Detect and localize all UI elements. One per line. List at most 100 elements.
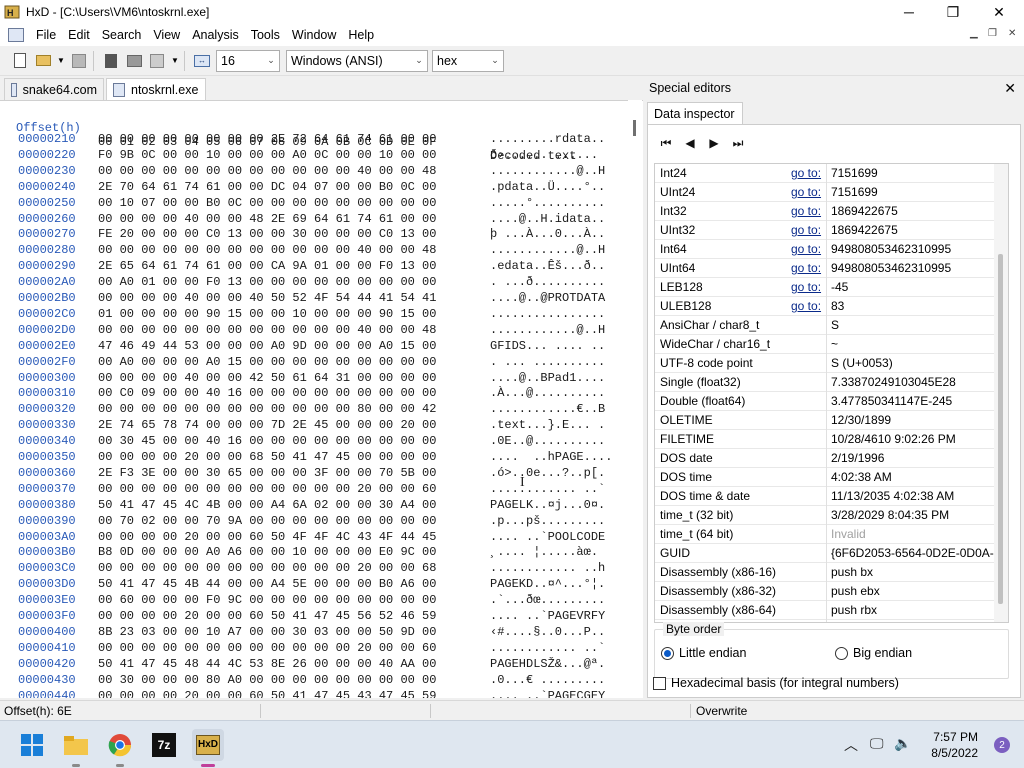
inspector-row[interactable]: UInt24 go to: 7151699 [655, 183, 1008, 202]
row-bytes[interactable]: 00 A0 01 00 00 F0 13 00 00 00 00 00 00 0… [98, 274, 436, 290]
row-decoded-text[interactable]: .ó>..0e...?..p[. [490, 465, 605, 481]
menu-view[interactable]: View [147, 28, 186, 42]
mdi-close-icon[interactable]: ✕ [1008, 28, 1016, 39]
next-icon[interactable]: ▶ [706, 135, 722, 151]
row-decoded-text[interactable]: .text...}.E... . [490, 417, 605, 433]
inspector-value[interactable]: 12/30/1899 [831, 413, 1001, 427]
row-decoded-text[interactable]: ............@..H [490, 242, 605, 258]
network-icon[interactable]: 🖵 [870, 735, 884, 752]
inspector-row[interactable]: UInt64 go to: 949808053462310995 [655, 259, 1008, 278]
chrome-button[interactable] [104, 729, 136, 767]
inspector-value[interactable]: 10/28/4610 9:02:26 PM [831, 432, 1001, 446]
menu-help[interactable]: Help [342, 28, 380, 42]
row-bytes[interactable]: 2E 70 64 61 74 61 00 00 DC 04 07 00 00 B… [98, 179, 436, 195]
row-bytes[interactable]: 00 00 00 00 20 00 00 68 50 41 47 45 00 0… [98, 449, 436, 465]
inspector-value[interactable]: push ebx [831, 584, 1001, 598]
tab-data-inspector[interactable]: Data inspector [647, 102, 743, 124]
save-button[interactable] [69, 51, 89, 71]
row-bytes[interactable]: 00 00 00 00 00 00 00 00 00 00 00 00 40 0… [98, 163, 436, 179]
row-bytes[interactable]: 00 00 00 00 00 00 00 00 2E 72 64 61 74 6… [98, 131, 436, 147]
inspector-row[interactable]: Int24 go to: 7151699 [655, 164, 1008, 183]
go-to-link[interactable]: go to: [791, 185, 821, 199]
go-to-link[interactable]: go to: [791, 204, 821, 218]
row-decoded-text[interactable]: GFIDS... .... .. [490, 338, 605, 354]
go-to-link[interactable]: go to: [791, 242, 821, 256]
row-bytes[interactable]: 50 41 47 45 48 44 4C 53 8E 26 00 00 00 4… [98, 656, 436, 672]
last-icon[interactable]: ⏭ [730, 135, 746, 151]
hex-editor[interactable]: Offset(h) 00 01 02 03 04 05 06 07 08 09 … [0, 100, 643, 698]
inspector-row[interactable]: Disassembly (x86-16) push bx [655, 563, 1008, 582]
inspector-row[interactable]: Disassembly (x86-32) push ebx [655, 582, 1008, 601]
row-decoded-text[interactable]: ð›...... ...... [490, 147, 598, 163]
row-bytes[interactable]: 2E 74 65 78 74 00 00 00 7D 2E 45 00 00 0… [98, 417, 436, 433]
inspector-value[interactable]: ~ [831, 337, 1001, 351]
row-bytes[interactable]: 00 00 00 00 00 00 00 00 00 00 00 00 40 0… [98, 242, 436, 258]
row-decoded-text[interactable]: .........rdata.. [490, 131, 605, 147]
row-decoded-text[interactable]: .À...@.......... [490, 385, 605, 401]
inspector-row[interactable]: FILETIME 10/28/4610 9:02:26 PM [655, 430, 1008, 449]
row-bytes[interactable]: 00 00 00 00 20 00 00 60 50 4F 4F 4C 43 4… [98, 529, 436, 545]
show-hidden-icons-icon[interactable]: ︿ [844, 735, 858, 755]
inspector-value[interactable]: push bx [831, 565, 1001, 579]
row-bytes[interactable]: 00 00 00 00 00 00 00 00 00 00 00 00 40 0… [98, 322, 436, 338]
row-bytes[interactable]: 00 00 00 00 40 00 00 48 2E 69 64 61 74 6… [98, 211, 436, 227]
menu-window[interactable]: Window [286, 28, 342, 42]
row-bytes[interactable]: F0 9B 0C 00 00 10 00 00 00 A0 0C 00 00 1… [98, 147, 436, 163]
bytes-per-row-select[interactable]: 16 ⌄ [216, 49, 280, 72]
hxd-taskbar-button[interactable]: HxD [192, 729, 224, 767]
little-endian-radio[interactable]: Little endian [661, 646, 746, 660]
row-bytes[interactable]: 00 C0 09 00 00 40 16 00 00 00 00 00 00 0… [98, 385, 436, 401]
inspector-row[interactable]: WideChar / char16_t ~ [655, 335, 1008, 354]
go-to-link[interactable]: go to: [791, 280, 821, 294]
row-decoded-text[interactable]: .0E..@.......... [490, 433, 605, 449]
inspector-value[interactable]: 4:02:38 AM [831, 470, 1001, 484]
menu-tools[interactable]: Tools [245, 28, 286, 42]
mdi-minimize-icon[interactable]: ▁ [970, 28, 978, 39]
grid-scrollbar[interactable] [994, 164, 1008, 622]
inspector-row[interactable]: DOS date 2/19/1996 [655, 449, 1008, 468]
row-bytes[interactable]: 00 00 00 00 00 00 00 00 00 00 00 00 20 0… [98, 481, 436, 497]
inspector-row[interactable]: LEB128 go to: -45 [655, 278, 1008, 297]
inspector-row[interactable]: Int32 go to: 1869422675 [655, 202, 1008, 221]
row-bytes[interactable]: 00 30 00 00 00 80 A0 00 00 00 00 00 00 0… [98, 672, 436, 688]
menu-search[interactable]: Search [96, 28, 148, 42]
inspector-row[interactable]: Int64 go to: 949808053462310995 [655, 240, 1008, 259]
row-decoded-text[interactable]: ............@..H [490, 322, 605, 338]
row-decoded-text[interactable]: .p...pš......... [490, 513, 605, 529]
row-bytes[interactable]: 2E F3 3E 00 00 30 65 00 00 00 3F 00 00 7… [98, 465, 436, 481]
row-decoded-text[interactable]: .pdata..Ü....°.. [490, 179, 605, 195]
close-file-button[interactable] [101, 51, 121, 71]
inspector-value[interactable]: 3.477850341147E-245 [831, 394, 1001, 408]
row-bytes[interactable]: 00 10 07 00 00 B0 0C 00 00 00 00 00 00 0… [98, 195, 436, 211]
row-bytes[interactable]: 47 46 49 44 53 00 00 00 A0 9D 00 00 00 A… [98, 338, 436, 354]
inspector-value[interactable]: S [831, 318, 1001, 332]
inspector-row[interactable]: ULEB128 go to: 83 [655, 297, 1008, 316]
row-decoded-text[interactable]: ‹#....§..0...P.. [490, 624, 605, 640]
row-decoded-text[interactable]: ....@..BPad1.... [490, 370, 605, 386]
hex-scrollbar[interactable] [628, 100, 642, 698]
row-decoded-text[interactable]: ................ [490, 306, 605, 322]
inspector-row[interactable]: DOS time & date 11/13/2035 4:02:38 AM [655, 487, 1008, 506]
tab-ntoskrnl[interactable]: ntoskrnl.exe [106, 78, 206, 100]
row-bytes[interactable]: FE 20 00 00 00 C0 13 00 00 30 00 00 00 C… [98, 226, 436, 242]
inspector-row[interactable]: AnsiChar / char8_t S [655, 316, 1008, 335]
maximize-button[interactable]: ❐ [930, 0, 976, 24]
inspector-value[interactable]: 1869422675 [831, 204, 1001, 218]
menu-file[interactable]: File [30, 28, 62, 42]
row-decoded-text[interactable]: ............ ..` [490, 481, 605, 497]
row-bytes[interactable]: 00 00 00 00 40 00 00 40 50 52 4F 54 44 4… [98, 290, 436, 306]
row-decoded-text[interactable]: .edata..Êš...ð.. [490, 258, 605, 274]
inspector-value[interactable]: 2/19/1996 [831, 451, 1001, 465]
row-bytes[interactable]: 50 41 47 45 4C 4B 00 00 A4 6A 02 00 00 3… [98, 497, 436, 513]
row-bytes[interactable]: 00 00 00 00 00 00 00 00 00 00 00 00 20 0… [98, 640, 436, 656]
scrollbar-thumb[interactable] [633, 120, 636, 136]
inspector-value[interactable]: 3/28/2029 8:04:35 PM [831, 508, 1001, 522]
inspector-row[interactable]: OLETIME 12/30/1899 [655, 411, 1008, 430]
row-decoded-text[interactable]: ¸.... ¦.....àœ. [490, 544, 598, 560]
7zip-button[interactable]: 7z [148, 729, 180, 761]
row-decoded-text[interactable]: ....@..H.idata.. [490, 211, 605, 227]
row-bytes[interactable]: 00 A0 00 00 00 A0 15 00 00 00 00 00 00 0… [98, 354, 436, 370]
big-endian-radio[interactable]: Big endian [835, 646, 912, 660]
hex-basis-checkbox[interactable]: Hexadecimal basis (for integral numbers) [653, 676, 899, 690]
inspector-row[interactable]: DOS time 4:02:38 AM [655, 468, 1008, 487]
